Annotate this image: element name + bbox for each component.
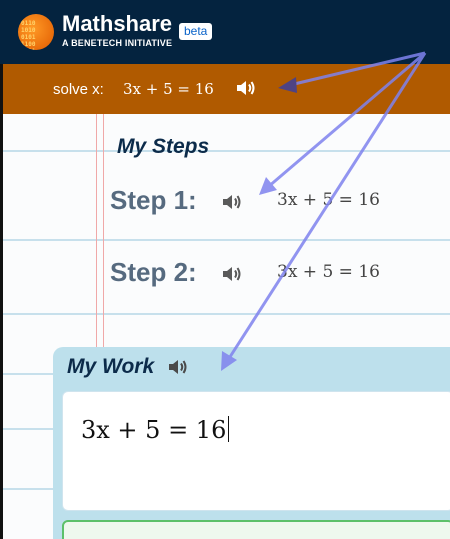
app-header: 0110 1010 0101 1100 0011 Mathshare A BEN… bbox=[0, 0, 450, 64]
logo-binary-pattern: 0110 1010 0101 1100 0011 bbox=[21, 20, 36, 50]
my-steps-heading: My Steps bbox=[117, 135, 210, 158]
my-work-heading: My Work bbox=[67, 355, 155, 378]
step-1-equation: 3x + 5 = 16 bbox=[277, 190, 380, 210]
text-caret bbox=[228, 416, 230, 442]
my-work-speaker-icon[interactable] bbox=[167, 357, 189, 382]
problem-label: solve x: bbox=[53, 81, 104, 98]
problem-speaker-icon[interactable] bbox=[235, 78, 257, 103]
ruled-line bbox=[3, 239, 450, 241]
next-step-box[interactable] bbox=[62, 520, 450, 539]
step-1-speaker-icon[interactable] bbox=[221, 192, 243, 217]
math-editor-text: 3x + 5 = 16 bbox=[81, 416, 230, 444]
mathshare-logo[interactable]: 0110 1010 0101 1100 0011 bbox=[18, 14, 54, 50]
brand-tagline: A BENETECH INITIATIVE bbox=[62, 38, 173, 48]
math-editor-value: 3x + 5 = 16 bbox=[81, 416, 227, 444]
problem-equation: 3x + 5 = 16 bbox=[123, 80, 214, 98]
step-1-label: Step 1: bbox=[110, 185, 197, 215]
step-2-speaker-icon[interactable] bbox=[221, 264, 243, 289]
math-editor-input[interactable]: 3x + 5 = 16 bbox=[62, 391, 450, 511]
step-2-label: Step 2: bbox=[110, 257, 197, 287]
ruled-line bbox=[3, 313, 450, 315]
ruled-line bbox=[3, 150, 450, 152]
problem-bar: solve x: 3x + 5 = 16 bbox=[0, 64, 450, 114]
brand-name: Mathshare bbox=[62, 11, 173, 36]
step-2-equation: 3x + 5 = 16 bbox=[277, 262, 380, 282]
beta-badge: beta bbox=[179, 23, 213, 40]
